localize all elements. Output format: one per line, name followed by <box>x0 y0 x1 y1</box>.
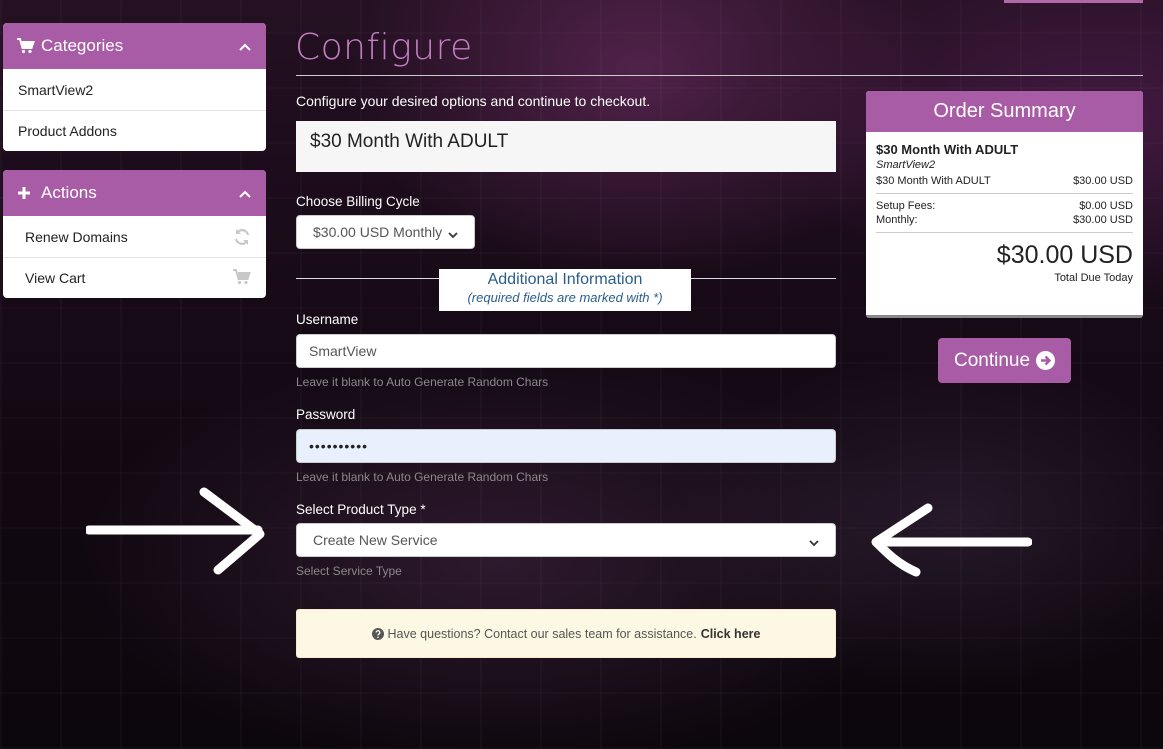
order-summary-body: $30 Month With ADULT SmartView2 $30 Mont… <box>866 132 1143 284</box>
username-label: Username <box>296 312 359 327</box>
additional-info-heading: Additional Information (required fields … <box>439 269 691 311</box>
intro-text: Configure your desired options and conti… <box>296 93 651 109</box>
continue-button[interactable]: Continue <box>938 338 1071 383</box>
assist-text: Have questions? Contact our sales team f… <box>387 626 697 641</box>
question-circle-icon <box>371 627 384 640</box>
sidebar-item-label: Renew Domains <box>25 228 128 245</box>
plus-icon <box>17 184 35 202</box>
categories-header[interactable]: Categories <box>3 23 266 69</box>
summary-setup-value: $0.00 USD <box>1079 200 1133 212</box>
summary-total-label: Total Due Today <box>1054 272 1133 284</box>
product-name-box: $30 Month With ADULT <box>296 121 836 172</box>
username-value: SmartView <box>309 343 377 359</box>
order-summary: Order Summary $30 Month With ADULT Smart… <box>866 91 1143 318</box>
top-tab-indicator <box>1004 0 1143 3</box>
password-label: Password <box>296 407 356 422</box>
summary-monthly-value: $30.00 USD <box>1073 214 1133 226</box>
sidebar-item-smartview2[interactable]: SmartView2 <box>3 69 266 110</box>
sidebar-item-product-addons[interactable]: Product Addons <box>3 110 266 151</box>
chevron-up-icon[interactable] <box>238 39 252 53</box>
summary-line-label: $30 Month With ADULT <box>876 175 991 187</box>
actions-title: Actions <box>41 183 97 202</box>
billing-cycle-value: $30.00 USD Monthly <box>313 224 443 240</box>
product-type-help: Select Service Type <box>296 564 402 578</box>
sidebar-item-label: View Cart <box>25 270 86 286</box>
product-type-select[interactable]: Create New Service <box>296 523 836 557</box>
product-type-label: Select Product Type * <box>296 502 426 517</box>
cart-icon <box>233 269 251 287</box>
additional-info-subtitle: (required fields are marked with *) <box>467 290 663 305</box>
summary-setup-row: Setup Fees: $0.00 USD <box>876 200 1133 212</box>
product-name: $30 Month With ADULT <box>310 131 509 152</box>
product-type-value: Create New Service <box>313 532 438 548</box>
summary-line-value: $30.00 USD <box>1073 175 1133 187</box>
continue-label: Continue <box>953 349 1031 371</box>
page-title: Configure <box>295 27 473 68</box>
summary-total: $30.00 USD <box>996 241 1133 269</box>
arrow-circle-right-icon <box>1036 351 1056 370</box>
sidebar-item-label: SmartView2 <box>18 81 94 98</box>
summary-monthly-label: Monthly: <box>876 214 918 226</box>
chevron-down-icon <box>448 227 458 239</box>
categories-title: Categories <box>41 36 124 55</box>
title-divider <box>296 75 1143 76</box>
password-field[interactable]: •••••••••• <box>296 429 836 463</box>
summary-monthly-row: Monthly: $30.00 USD <box>876 214 1133 226</box>
password-value: •••••••••• <box>309 438 369 454</box>
summary-setup-label: Setup Fees: <box>876 200 936 212</box>
categories-panel: Categories SmartView2 Product Addons <box>3 23 266 151</box>
username-field[interactable]: SmartView <box>296 334 836 368</box>
sidebar-item-renew-domains[interactable]: Renew Domains <box>3 216 266 257</box>
actions-header[interactable]: Actions <box>3 170 266 216</box>
password-help: Leave it blank to Auto Generate Random C… <box>296 470 549 484</box>
summary-product-name: $30 Month With ADULT <box>876 142 1019 157</box>
assist-link[interactable]: Click here <box>701 627 761 641</box>
billing-cycle-label: Choose Billing Cycle <box>296 194 420 209</box>
annotation-arrow-right-icon <box>86 487 265 575</box>
actions-panel: Actions Renew Domains View Cart <box>3 170 266 298</box>
summary-product-group: SmartView2 <box>876 159 936 171</box>
cart-icon <box>17 37 35 55</box>
summary-divider <box>876 232 1133 233</box>
chevron-up-icon[interactable] <box>238 186 252 200</box>
billing-cycle-select[interactable]: $30.00 USD Monthly <box>296 215 475 249</box>
order-summary-title: Order Summary <box>866 91 1143 132</box>
sales-assist-box: Have questions? Contact our sales team f… <box>296 609 836 658</box>
summary-divider <box>876 193 1133 194</box>
additional-info-title: Additional Information <box>487 271 643 288</box>
sidebar-item-view-cart[interactable]: View Cart <box>3 257 266 298</box>
annotation-arrow-left-icon <box>871 503 1032 577</box>
summary-line-item: $30 Month With ADULT $30.00 USD <box>876 175 1133 187</box>
chevron-down-icon <box>809 535 819 547</box>
refresh-icon <box>233 228 251 246</box>
username-help: Leave it blank to Auto Generate Random C… <box>296 375 549 389</box>
sidebar-item-label: Product Addons <box>18 123 117 139</box>
